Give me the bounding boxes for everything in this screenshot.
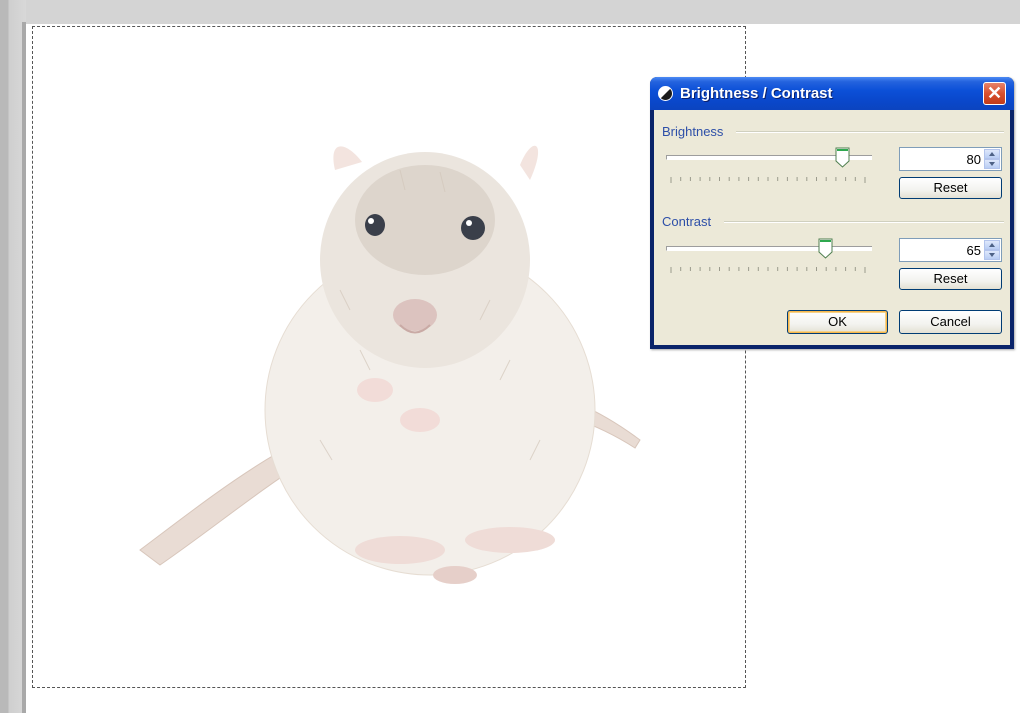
chevron-up-icon[interactable]	[984, 240, 1000, 250]
contrast-value-field[interactable]: 65	[899, 238, 1002, 262]
contrast-slider-track[interactable]	[666, 246, 872, 251]
brightness-reset-button[interactable]: Reset	[899, 177, 1002, 199]
rat-image	[139, 145, 641, 584]
close-button[interactable]: ✕	[983, 82, 1006, 105]
ok-button[interactable]: OK	[787, 310, 888, 334]
brightness-group-label: Brightness	[662, 124, 724, 139]
brightness-contrast-dialog: Brightness / Contrast ✕ Brightness 80 Re…	[650, 77, 1014, 349]
close-icon: ✕	[986, 83, 1003, 103]
chevron-down-icon[interactable]	[984, 159, 1000, 169]
dialog-titlebar[interactable]: Brightness / Contrast ✕	[650, 77, 1014, 110]
dialog-title: Brightness / Contrast	[680, 85, 833, 102]
brightness-spinner	[984, 149, 1000, 169]
chevron-down-icon[interactable]	[984, 250, 1000, 260]
contrast-slider-ticks	[670, 267, 866, 273]
brightness-value: 80	[966, 152, 981, 167]
brightness-slider-ticks	[670, 177, 866, 183]
contrast-slider-thumb[interactable]	[818, 238, 833, 259]
contrast-value: 65	[966, 243, 981, 258]
cancel-button[interactable]: Cancel	[899, 310, 1002, 334]
brightness-value-field[interactable]: 80	[899, 147, 1002, 171]
contrast-spinner	[984, 240, 1000, 260]
contrast-group-divider	[724, 221, 1004, 223]
contrast-reset-button[interactable]: Reset	[899, 268, 1002, 290]
brightness-group-divider	[736, 131, 1004, 133]
workspace-top-frame	[0, 0, 1020, 24]
chevron-up-icon[interactable]	[984, 149, 1000, 159]
contrast-group-label: Contrast	[662, 214, 712, 229]
brightness-contrast-icon	[658, 86, 673, 101]
dialog-body: Brightness 80 Reset Contrast 65 Reset OK…	[654, 110, 1010, 345]
brightness-slider-thumb[interactable]	[835, 147, 850, 168]
